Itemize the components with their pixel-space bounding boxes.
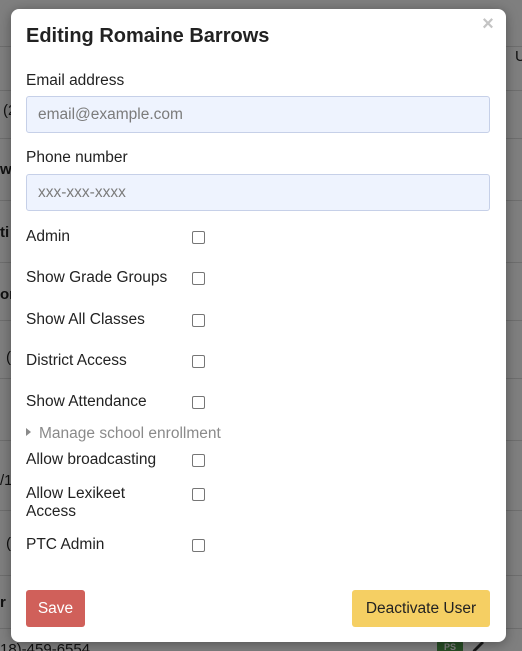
close-icon[interactable]: ×	[480, 14, 496, 34]
ptc-admin-checkbox[interactable]	[192, 539, 205, 552]
allow-lexikeet-checkbox[interactable]	[192, 488, 205, 501]
show-all-classes-label: Show All Classes	[26, 311, 145, 328]
show-attendance-checkbox[interactable]	[192, 396, 205, 409]
manage-enrollment-label: Manage school enrollment	[39, 425, 221, 442]
manage-enrollment-toggle[interactable]: Manage school enrollment	[26, 425, 221, 443]
admin-label: Admin	[26, 228, 70, 245]
district-access-label: District Access	[26, 352, 127, 369]
allow-broadcasting-label: Allow broadcasting	[26, 451, 157, 468]
phone-label: Phone number	[26, 149, 128, 166]
caret-right-icon	[26, 428, 31, 437]
show-grade-groups-label: Show Grade Groups	[26, 269, 168, 286]
modal-title: Editing Romaine Barrows	[26, 25, 270, 47]
show-grade-groups-checkbox[interactable]	[192, 272, 205, 285]
allow-lexikeet-label: Allow Lexikeet Access	[26, 485, 126, 520]
save-button[interactable]: Save	[26, 590, 85, 627]
show-all-classes-checkbox[interactable]	[192, 314, 205, 327]
ptc-admin-label: PTC Admin	[26, 536, 105, 553]
phone-field[interactable]	[26, 174, 490, 211]
show-attendance-label: Show Attendance	[26, 393, 147, 410]
admin-checkbox[interactable]	[192, 231, 205, 244]
email-label: Email address	[26, 72, 125, 89]
district-access-checkbox[interactable]	[192, 355, 205, 368]
email-field[interactable]	[26, 96, 490, 133]
allow-broadcasting-checkbox[interactable]	[192, 454, 205, 467]
deactivate-user-button[interactable]: Deactivate User	[352, 590, 490, 627]
edit-user-modal: × Editing Romaine Barrows Email address …	[11, 9, 506, 642]
